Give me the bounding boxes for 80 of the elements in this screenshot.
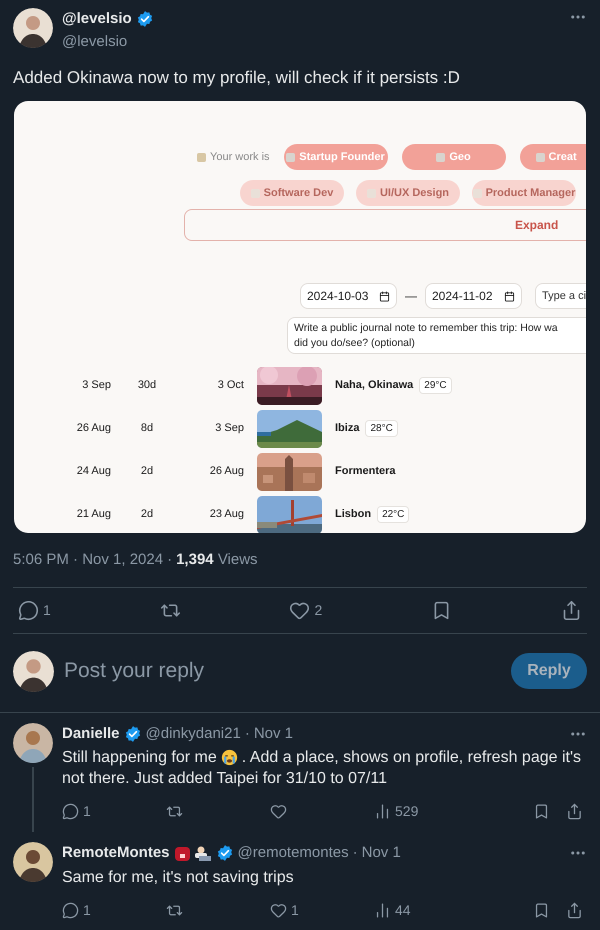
- separator: ·: [352, 843, 358, 863]
- trip-start-date: 26 Aug: [76, 421, 111, 436]
- trip-start-date: 3 Sep: [81, 378, 111, 394]
- trip-start-date: 24 Aug: [76, 464, 111, 480]
- action-count: 44: [395, 900, 411, 920]
- share-icon[interactable]: [560, 600, 582, 620]
- views-icon[interactable]: [374, 902, 391, 918]
- action-count: 1: [291, 900, 299, 920]
- share-icon[interactable]: [566, 902, 583, 918]
- city-field[interactable]: Type a ci: [535, 283, 586, 309]
- end-date-field[interactable]: 2024-11-02: [425, 283, 522, 309]
- work-chip[interactable]: Software Dev: [240, 180, 344, 206]
- temperature-tag: 28°C: [365, 420, 398, 437]
- calendar-icon[interactable]: [504, 290, 515, 302]
- tweet-text: Added Okinawa now to my profile, will check if it persists :D: [12, 67, 461, 89]
- trip-place[interactable]: Lisbon: [335, 506, 372, 523]
- start-date-field[interactable]: 2024-10-03: [300, 283, 397, 309]
- action-count: 1: [43, 600, 51, 620]
- reply-author-name[interactable]: Danielle: [62, 722, 120, 745]
- heart-icon[interactable]: [270, 902, 287, 918]
- heart-icon[interactable]: [270, 803, 287, 820]
- bookmark-icon[interactable]: [533, 902, 550, 918]
- chip-icon: [472, 188, 482, 198]
- avatar[interactable]: [13, 650, 54, 692]
- chip-icon: [536, 152, 545, 162]
- journal-field[interactable]: Write a public journal note to remember this trip: How wa did you do/see? (optional): [287, 317, 586, 354]
- trip-place[interactable]: Naha, Okinawa: [335, 377, 414, 394]
- separator: ·: [167, 550, 172, 570]
- chip-icon: [286, 152, 296, 162]
- reply-text: not there. Just added Taipei for 31/10 to 07/11: [62, 769, 387, 789]
- date-separator: —: [405, 288, 417, 305]
- reply-text: Still happening for me: [62, 748, 217, 768]
- reply-input[interactable]: Post your reply: [64, 655, 204, 687]
- work-chip[interactable]: UI/UX Design: [356, 180, 460, 206]
- expand-button[interactable]: Expand: [184, 209, 586, 241]
- calendar-icon[interactable]: [379, 290, 390, 302]
- avatar[interactable]: [13, 722, 53, 762]
- tweet-timestamp[interactable]: 5:06 PM · Nov 1, 2024: [13, 549, 164, 572]
- reply-date[interactable]: Nov 1: [254, 722, 294, 745]
- temperature-tag: 29°C: [419, 377, 452, 394]
- trip-duration: 8d: [140, 421, 154, 436]
- author-handle[interactable]: @levelsio: [62, 30, 154, 53]
- reply-icon[interactable]: [62, 902, 79, 918]
- reply-icon[interactable]: [18, 600, 39, 620]
- reply-button[interactable]: Reply: [511, 653, 587, 689]
- action-count: 529: [395, 802, 418, 821]
- trip-duration: 2d: [140, 507, 154, 522]
- trip-duration: 30d: [136, 378, 158, 394]
- avatar[interactable]: [13, 842, 53, 882]
- trip-duration: 2d: [140, 464, 154, 480]
- reply-text: Same for me, it's not saving trips: [62, 868, 294, 888]
- action-count: 2: [314, 600, 322, 620]
- reply-text: . Add a place, shows on profile, refresh page it's: [242, 748, 582, 768]
- trip-end-date: 3 Sep: [214, 421, 244, 436]
- trip-place[interactable]: Ibiza: [335, 420, 360, 437]
- reply-handle[interactable]: @dinkydani21: [146, 722, 241, 745]
- temperature-tag: 22°C: [377, 506, 410, 523]
- reply-date[interactable]: Nov 1: [362, 842, 401, 864]
- trip-place[interactable]: Formentera: [335, 463, 396, 480]
- share-icon[interactable]: [566, 803, 583, 820]
- work-chip[interactable]: Product Manager: [472, 180, 576, 206]
- work-label: Your work is: [197, 148, 270, 166]
- reply-handle[interactable]: @remotemontes: [238, 842, 349, 864]
- views-icon[interactable]: [374, 803, 391, 820]
- crying-face-icon: [220, 749, 238, 766]
- author-name[interactable]: @levelsio: [62, 8, 132, 30]
- bookmark-icon[interactable]: [533, 803, 550, 820]
- heart-icon[interactable]: [289, 600, 310, 620]
- reply-author-name[interactable]: RemoteMontes: [62, 842, 170, 864]
- trip-end-date: 23 Aug: [208, 507, 244, 522]
- chip-icon: [436, 152, 446, 162]
- view-count: 1,394 Views: [176, 550, 258, 570]
- trip-end-date: 26 Aug: [208, 464, 244, 480]
- avatar[interactable]: [13, 8, 53, 48]
- reply-icon[interactable]: [62, 803, 79, 820]
- trip-end-date: 3 Oct: [216, 378, 244, 394]
- separator: ·: [244, 724, 250, 744]
- trip-start-date: 21 Aug: [76, 507, 111, 522]
- action-count: 1: [83, 802, 91, 821]
- action-count: 1: [83, 900, 91, 920]
